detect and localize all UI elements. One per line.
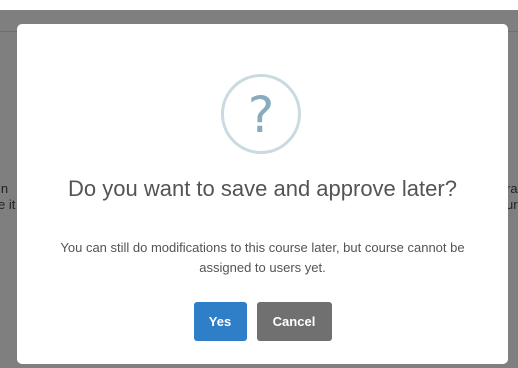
dialog-title: Do you want to save and approve later? [68, 176, 457, 201]
yes-button[interactable]: Yes [193, 302, 247, 341]
confirm-dialog: ? Do you want to save and approve later?… [17, 24, 508, 364]
dialog-actions: Yes Cancel [17, 302, 508, 341]
dialog-message: You can still do modifications to this c… [60, 240, 465, 275]
question-mark-glyph: ? [247, 86, 275, 144]
question-mark-icon: ? [221, 74, 301, 154]
background-text-left: in e it [0, 181, 16, 212]
cancel-button[interactable]: Cancel [256, 302, 332, 341]
page-header-area [0, 0, 518, 10]
